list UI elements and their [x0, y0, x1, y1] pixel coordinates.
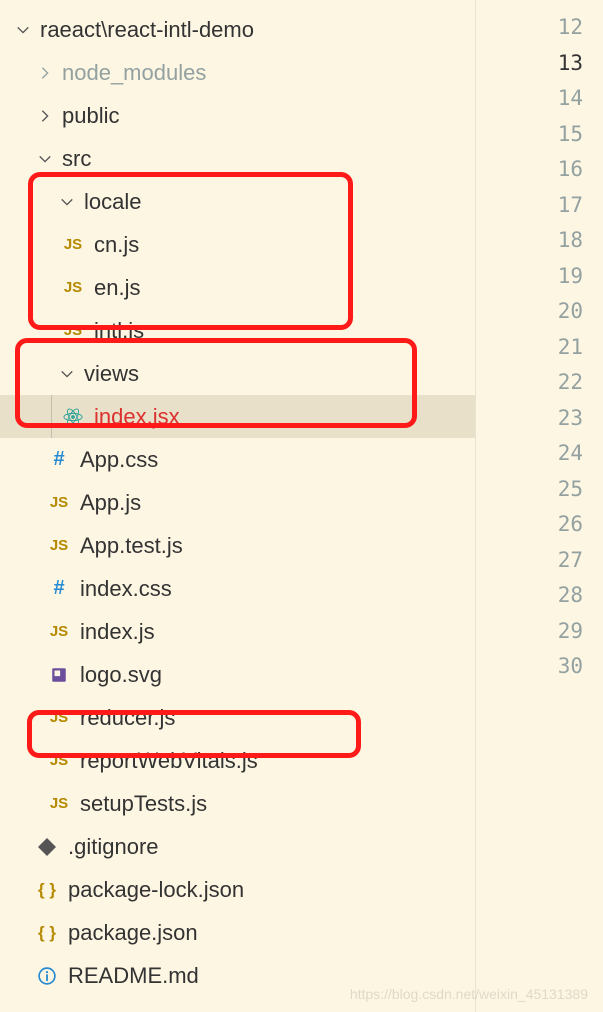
line-number: 13	[476, 46, 603, 82]
file-label: App.css	[80, 447, 158, 473]
file-label: index.js	[80, 619, 155, 645]
chevron-down-icon	[58, 365, 76, 383]
indent-guide	[51, 395, 52, 438]
line-number: 18	[476, 223, 603, 259]
tree-root[interactable]: raeact\react-intl-demo	[0, 8, 475, 51]
chevron-right-icon	[36, 107, 54, 125]
file-label: logo.svg	[80, 662, 162, 688]
line-number: 29	[476, 614, 603, 650]
line-number: 19	[476, 259, 603, 295]
tree-item-file[interactable]: # index.css	[0, 567, 475, 610]
chevron-down-icon	[36, 150, 54, 168]
chevron-right-icon	[36, 64, 54, 82]
json-icon: { }	[36, 879, 58, 901]
line-number: 27	[476, 543, 603, 579]
info-icon	[36, 965, 58, 987]
line-number: 22	[476, 365, 603, 401]
js-icon: JS	[62, 277, 84, 299]
tree-item-file[interactable]: JS setupTests.js	[0, 782, 475, 825]
js-icon: JS	[48, 793, 70, 815]
tree-item-file[interactable]: # App.css	[0, 438, 475, 481]
line-number: 17	[476, 188, 603, 224]
js-icon: JS	[48, 707, 70, 729]
tree-item-file[interactable]: JS App.js	[0, 481, 475, 524]
file-label: reducer.js	[80, 705, 175, 731]
tree-item-src[interactable]: src	[0, 137, 475, 180]
file-label: README.md	[68, 963, 199, 989]
line-number: 24	[476, 436, 603, 472]
line-number: 30	[476, 649, 603, 685]
git-icon	[36, 836, 58, 858]
tree-item-locale[interactable]: locale	[0, 180, 475, 223]
tree-item-file[interactable]: JS App.test.js	[0, 524, 475, 567]
editor-gutter: 12131415161718192021222324252627282930	[475, 0, 603, 1012]
file-label: index.css	[80, 576, 172, 602]
tree-item-file[interactable]: { } package.json	[0, 911, 475, 954]
file-label: App.js	[80, 490, 141, 516]
tree-item-file[interactable]: JS index.js	[0, 610, 475, 653]
tree-item-file[interactable]: JS reportWebVitals.js	[0, 739, 475, 782]
line-number: 15	[476, 117, 603, 153]
file-explorer: raeact\react-intl-demo node_modules publ…	[0, 0, 475, 1012]
file-label: cn.js	[94, 232, 139, 258]
json-icon: { }	[36, 922, 58, 944]
line-number: 20	[476, 294, 603, 330]
file-label: intl.js	[94, 318, 144, 344]
file-label: setupTests.js	[80, 791, 207, 817]
file-label: en.js	[94, 275, 140, 301]
js-icon: JS	[48, 750, 70, 772]
line-number: 28	[476, 578, 603, 614]
css-icon: #	[48, 578, 70, 600]
tree-item-file[interactable]: JS cn.js	[0, 223, 475, 266]
css-icon: #	[48, 449, 70, 471]
folder-label: src	[62, 146, 91, 172]
chevron-down-icon	[58, 193, 76, 211]
tree-item-views[interactable]: views	[0, 352, 475, 395]
tree-item-public[interactable]: public	[0, 94, 475, 137]
file-label: package-lock.json	[68, 877, 244, 903]
js-icon: JS	[62, 320, 84, 342]
tree-item-file[interactable]: JS en.js	[0, 266, 475, 309]
line-number: 25	[476, 472, 603, 508]
folder-label: locale	[84, 189, 141, 215]
file-label: reportWebVitals.js	[80, 748, 258, 774]
line-number: 21	[476, 330, 603, 366]
tree-item-file-selected[interactable]: index.jsx	[0, 395, 475, 438]
tree-item-file[interactable]: JS intl.js	[0, 309, 475, 352]
file-label: App.test.js	[80, 533, 183, 559]
folder-label: node_modules	[62, 60, 206, 86]
js-icon: JS	[62, 234, 84, 256]
tree-item-file[interactable]: .gitignore	[0, 825, 475, 868]
folder-label: views	[84, 361, 139, 387]
svg-icon	[48, 664, 70, 686]
tree-item-file[interactable]: logo.svg	[0, 653, 475, 696]
folder-label: public	[62, 103, 119, 129]
js-icon: JS	[48, 492, 70, 514]
tree-item-file[interactable]: { } package-lock.json	[0, 868, 475, 911]
line-number: 16	[476, 152, 603, 188]
js-icon: JS	[48, 621, 70, 643]
tree-item-node-modules[interactable]: node_modules	[0, 51, 475, 94]
watermark: https://blog.csdn.net/weixin_45131389	[350, 986, 588, 1002]
react-icon	[62, 406, 84, 428]
folder-label: raeact\react-intl-demo	[40, 17, 254, 43]
file-label: package.json	[68, 920, 198, 946]
file-label: index.jsx	[94, 404, 180, 430]
line-number: 14	[476, 81, 603, 117]
js-icon: JS	[48, 535, 70, 557]
file-label: .gitignore	[68, 834, 159, 860]
tree-item-file[interactable]: JS reducer.js	[0, 696, 475, 739]
chevron-down-icon	[14, 21, 32, 39]
line-number: 12	[476, 10, 603, 46]
line-number: 23	[476, 401, 603, 437]
line-number: 26	[476, 507, 603, 543]
